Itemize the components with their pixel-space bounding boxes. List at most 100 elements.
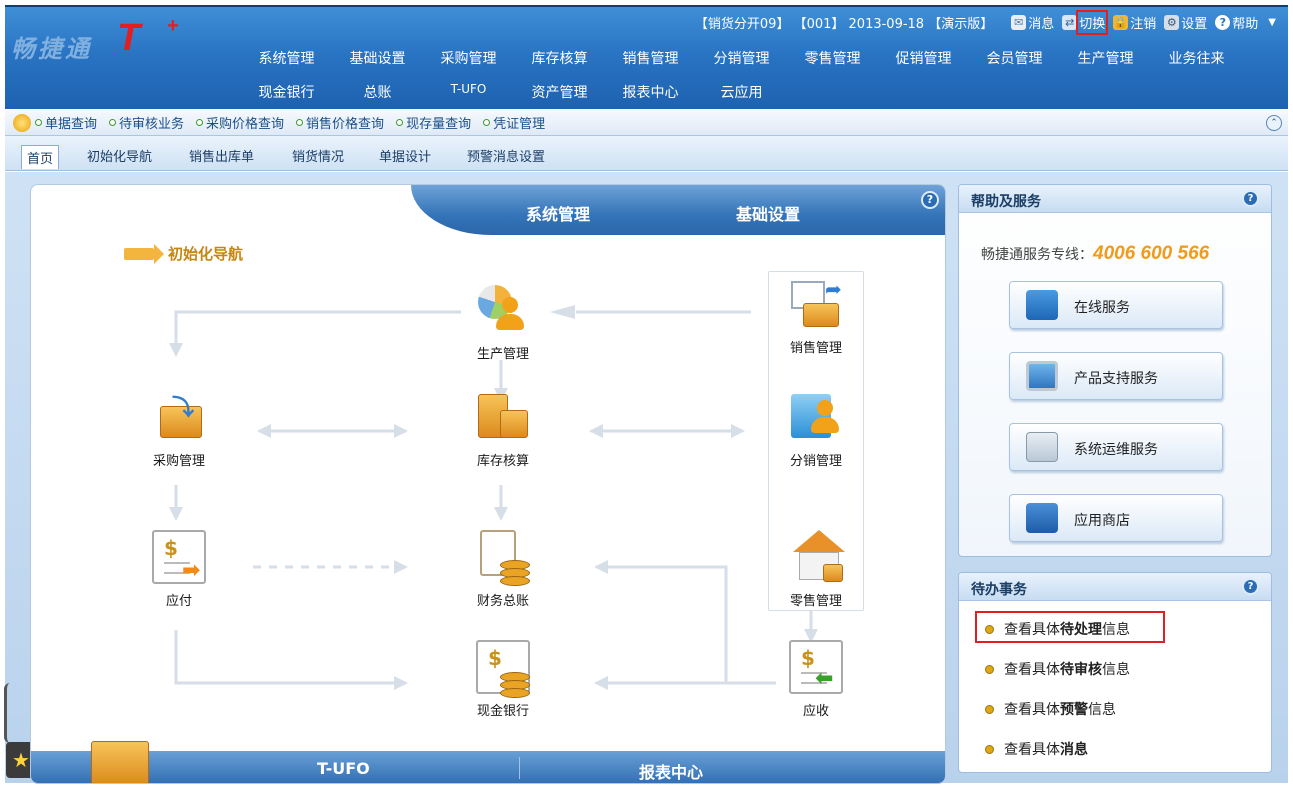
- switch-button[interactable]: ⇄ 切换: [1062, 9, 1109, 35]
- menu-cash-bank[interactable]: 现金银行: [241, 82, 332, 102]
- quick-link-pending-review[interactable]: 待审核业务: [109, 113, 184, 132]
- node-distribution[interactable]: 分销管理: [766, 390, 866, 469]
- inventory-icon: [476, 390, 530, 444]
- node-production[interactable]: 生产管理: [453, 283, 553, 362]
- help-service-panel: 帮助及服务 ? 畅捷通服务专线：4006 600 566 在线服务 产品支持服务…: [958, 184, 1272, 557]
- switch-label: 切换: [1076, 9, 1109, 35]
- tab-sales-status[interactable]: 销货情况: [292, 146, 344, 170]
- menu-sales-management[interactable]: 销售管理: [605, 48, 696, 68]
- node-label: 生产管理: [476, 347, 529, 362]
- app-store-button[interactable]: 应用商店: [1009, 494, 1223, 542]
- mail-icon: ✉: [1011, 14, 1027, 30]
- tab-home[interactable]: 首页: [21, 145, 60, 169]
- todo-prefix: 查看具体: [1004, 702, 1060, 718]
- sales-icon: ➦: [789, 277, 843, 331]
- caret-down-icon[interactable]: ▼: [1268, 17, 1276, 28]
- menu-business-dealings[interactable]: 业务往来: [1151, 48, 1242, 68]
- messages-button[interactable]: ✉ 消息: [1011, 13, 1054, 32]
- logout-label: 注销: [1130, 16, 1157, 32]
- menu-t-ufo[interactable]: T-UFO: [423, 82, 514, 102]
- app-header: 畅捷通 T + 【销货分开09】 【001】 2013-09-18 【演示版】 …: [5, 5, 1288, 109]
- panel-title: 待办事务: [971, 582, 1027, 598]
- product-support-button[interactable]: 产品支持服务: [1009, 352, 1223, 400]
- main-menu-row-1: 系统管理 基础设置 采购管理 库存核算 销售管理 分销管理 零售管理 促销管理 …: [241, 48, 1242, 68]
- quick-link-sales-price[interactable]: 销售价格查询: [296, 113, 384, 132]
- node-label: 分销管理: [789, 454, 842, 469]
- menu-report-center[interactable]: 报表中心: [605, 82, 696, 102]
- menu-retail-management[interactable]: 零售管理: [787, 48, 878, 68]
- quick-link-stock-query[interactable]: 现存量查询: [396, 113, 471, 132]
- side-handle[interactable]: [4, 683, 14, 743]
- todo-keyword: 消息: [1060, 742, 1088, 758]
- todo-keyword: 待处理: [1060, 622, 1102, 638]
- cash-icon: $: [476, 640, 530, 698]
- bullet-icon: [196, 119, 204, 126]
- logout-button[interactable]: 🔒 注销: [1113, 13, 1156, 32]
- panel-title: 帮助及服务: [971, 194, 1041, 210]
- bullet-icon: [35, 119, 42, 126]
- settings-button[interactable]: ⚙ 设置: [1164, 13, 1207, 32]
- todo-pending-info[interactable]: 查看具体 待处理 信息: [985, 619, 1130, 639]
- arrow-graphic: ➦: [825, 277, 842, 301]
- node-receivable[interactable]: $ ⬅ 应收: [766, 640, 866, 719]
- app-logo: 畅捷通: [11, 35, 92, 63]
- todo-messages[interactable]: 查看具体 消息: [985, 739, 1088, 759]
- node-ledger[interactable]: 财务总账: [453, 530, 553, 609]
- store-icon: [1026, 503, 1058, 533]
- menu-distribution-management[interactable]: 分销管理: [696, 48, 787, 68]
- quick-link-voucher-management[interactable]: 凭证管理: [483, 113, 545, 132]
- ledger-icon: [476, 530, 530, 586]
- node-label: 库存核算: [476, 454, 529, 469]
- quick-link-purchase-price[interactable]: 采购价格查询: [196, 113, 284, 132]
- node-retail[interactable]: 零售管理: [766, 530, 866, 609]
- todo-review-info[interactable]: 查看具体 待审核 信息: [985, 659, 1130, 679]
- online-service-button[interactable]: 在线服务: [1009, 281, 1223, 329]
- service-label: 产品支持服务: [1074, 371, 1158, 387]
- collapse-up-icon[interactable]: ⌃: [1266, 115, 1282, 131]
- help-icon[interactable]: ?: [1242, 578, 1259, 595]
- flow-bottom-band: T-UFO 报表中心: [31, 751, 945, 783]
- menu-asset-management[interactable]: 资产管理: [514, 82, 605, 102]
- node-purchase[interactable]: ⤵ 采购管理: [129, 390, 229, 469]
- todo-keyword: 预警: [1060, 702, 1088, 718]
- node-inventory[interactable]: 库存核算: [453, 390, 553, 469]
- hotline-label: 畅捷通服务专线：: [981, 247, 1093, 263]
- menu-general-ledger[interactable]: 总账: [332, 82, 423, 102]
- menu-promotion-management[interactable]: 促销管理: [878, 48, 969, 68]
- tab-init-navigation[interactable]: 初始化导航: [87, 146, 152, 170]
- menu-cloud-apps[interactable]: 云应用: [696, 82, 787, 102]
- sun-icon: [13, 113, 31, 132]
- menu-basic-settings[interactable]: 基础设置: [332, 48, 423, 68]
- tab-sales-outbound[interactable]: 销售出库单: [189, 146, 254, 170]
- node-label: 应收: [802, 704, 829, 719]
- node-label: 应付: [165, 594, 192, 609]
- help-button[interactable]: ? 帮助: [1215, 13, 1258, 32]
- box-graphic: [803, 303, 839, 327]
- menu-purchase-management[interactable]: 采购管理: [423, 48, 514, 68]
- quick-link-label: 待审核业务: [119, 117, 185, 132]
- menu-production-management[interactable]: 生产管理: [1060, 48, 1151, 68]
- box-graphic: [500, 410, 528, 438]
- system-maintenance-button[interactable]: 系统运维服务: [1009, 423, 1223, 471]
- main-menu-row-2: 现金银行 总账 T-UFO 资产管理 报表中心 云应用: [241, 82, 787, 102]
- tab-bar: 首页 初始化导航 销售出库单 销货情况 单据设计 预警消息设置: [5, 136, 1288, 171]
- menu-member-management[interactable]: 会员管理: [969, 48, 1060, 68]
- quick-link-document-query[interactable]: 单据查询: [35, 113, 97, 132]
- node-sales[interactable]: ➦ 销售管理: [766, 277, 866, 356]
- bullet-icon: [109, 119, 117, 126]
- purchase-icon: ⤵: [152, 390, 206, 444]
- tab-alert-settings[interactable]: 预警消息设置: [467, 146, 545, 170]
- menu-system-management[interactable]: 系统管理: [241, 48, 332, 68]
- node-cash[interactable]: $ 现金银行: [453, 640, 553, 719]
- node-payable[interactable]: $ ➡ 应付: [129, 530, 229, 609]
- band-t-ufo[interactable]: T-UFO: [317, 759, 370, 778]
- bullet-icon: [985, 624, 994, 634]
- band-report-center[interactable]: 报表中心: [639, 759, 703, 783]
- service-label: 应用商店: [1074, 513, 1130, 529]
- todo-alert-info[interactable]: 查看具体 预警 信息: [985, 699, 1116, 719]
- menu-inventory-accounting[interactable]: 库存核算: [514, 48, 605, 68]
- tab-document-design[interactable]: 单据设计: [379, 146, 431, 170]
- lock-icon: 🔒: [1113, 14, 1129, 30]
- help-icon[interactable]: ?: [1242, 190, 1259, 207]
- todo-prefix: 查看具体: [1004, 662, 1060, 678]
